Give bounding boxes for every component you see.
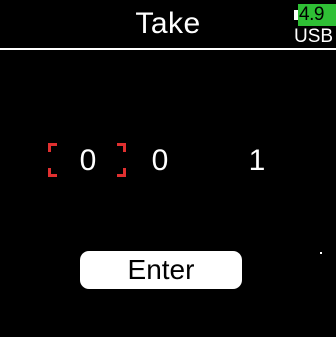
page-title: Take <box>135 7 201 40</box>
power-source-label: USB <box>294 26 334 47</box>
take-digit-2[interactable]: 0 <box>145 136 175 186</box>
selection-bracket-left <box>48 143 57 177</box>
take-screen: Take 4.9 USB 0 0 1 Enter <box>0 0 336 337</box>
take-number-editor: 0 0 1 <box>0 136 336 186</box>
take-digit-1[interactable]: 0 <box>73 136 103 186</box>
scroll-indicator <box>320 252 322 254</box>
take-digit-3[interactable]: 1 <box>242 136 272 186</box>
selection-bracket-right <box>117 143 126 177</box>
header-divider <box>0 48 336 50</box>
battery-indicator: 4.9 USB <box>294 4 336 48</box>
enter-button[interactable]: Enter <box>80 251 242 289</box>
battery-voltage: 4.9 <box>299 4 324 25</box>
